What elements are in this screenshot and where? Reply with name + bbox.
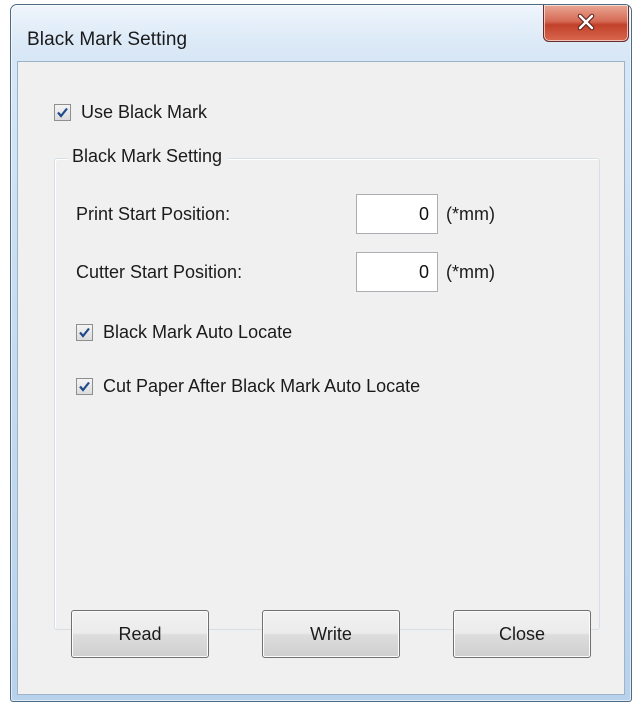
cut-paper-checkbox[interactable] [76,377,93,395]
use-black-mark-label: Use Black Mark [81,101,208,122]
use-black-mark-checkbox[interactable] [54,103,71,121]
close-button[interactable]: Close [453,610,591,658]
cut-paper-label: Cut Paper After Black Mark Auto Locate [103,375,421,396]
checkmark-icon [79,327,90,338]
dialog-body: Use Black Mark Black Mark Setting Print … [17,61,625,695]
print-start-position-label: Print Start Position: [76,204,231,224]
read-button[interactable]: Read [71,610,209,658]
auto-locate-label: Black Mark Auto Locate [103,321,293,342]
print-start-unit: (*mm) [446,204,495,224]
write-button[interactable]: Write [262,610,400,658]
group-legend: Black Mark Setting [68,146,229,167]
print-start-position-input[interactable] [356,194,438,234]
checkmark-icon [79,381,90,392]
checkmark-icon [57,107,68,118]
window-title: Black Mark Setting [27,29,188,50]
cutter-start-position-label: Cutter Start Position: [76,262,243,282]
auto-locate-checkbox[interactable] [76,323,93,341]
dialog-window: Black Mark Setting Use Black Mark Black … [10,4,632,702]
cut-paper-row[interactable]: Cut Paper After Black Mark Auto Locate [76,374,420,398]
window-close-button[interactable] [543,5,629,42]
cutter-start-unit: (*mm) [446,262,495,282]
title-bar: Black Mark Setting [11,5,631,61]
cutter-start-position-input[interactable] [356,252,438,292]
use-black-mark-row[interactable]: Use Black Mark [54,100,207,124]
screen: Black Mark Setting Use Black Mark Black … [0,0,636,704]
auto-locate-row[interactable]: Black Mark Auto Locate [76,320,292,344]
close-x-icon [577,13,595,31]
